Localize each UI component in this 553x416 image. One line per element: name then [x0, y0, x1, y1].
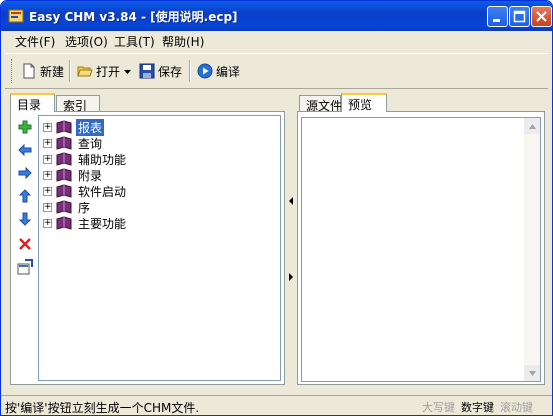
move-up-button[interactable]: [15, 186, 35, 206]
expand-toggle[interactable]: +: [43, 154, 52, 164]
title-bar[interactable]: Easy CHM v3.84 - [使用说明.ecp]: [1, 1, 552, 31]
minimize-icon: [493, 19, 500, 22]
tree-item[interactable]: + 主要功能: [43, 215, 128, 231]
status-bar: 按'编译'按钮立刻生成一个CHM文件. 大写键 数字键 滚动键: [1, 395, 552, 415]
open-button-label: 打开: [96, 64, 121, 79]
scroll-lock-indicator: 滚动键: [500, 401, 533, 414]
save-disk-icon: [139, 63, 155, 79]
window-title: Easy CHM v3.84 - [使用说明.ecp]: [29, 10, 238, 24]
delete-x-icon: [19, 238, 31, 250]
move-down-button[interactable]: [15, 209, 35, 229]
book-icon: [56, 152, 72, 166]
node-properties-button[interactable]: [15, 257, 35, 277]
expand-toggle[interactable]: +: [43, 122, 52, 132]
new-document-icon: [23, 63, 35, 79]
right-panel: 源文件 预览: [297, 93, 545, 385]
compile-play-icon: [197, 63, 213, 79]
book-icon: [56, 200, 72, 214]
menu-options[interactable]: 选项(O): [65, 33, 108, 50]
open-button[interactable]: 打开: [77, 61, 120, 81]
toc-tab-body: + 报表 + 查询 + 辅助功能 + 附录 + 软件启动 + 序 + 主要功能: [10, 111, 285, 385]
toolbar-separator: [69, 60, 71, 82]
expand-toggle[interactable]: +: [43, 186, 52, 196]
toolbar: 新建 打开 保存 编译: [5, 53, 548, 89]
book-icon: [56, 120, 72, 134]
preview-tab-body: [297, 111, 545, 385]
tab-source[interactable]: 源文件: [299, 95, 342, 113]
save-button-label: 保存: [158, 64, 183, 79]
save-button[interactable]: 保存: [139, 61, 182, 81]
scroll-up-button[interactable]: [524, 118, 540, 134]
splitter-arrow-left-icon: [289, 197, 293, 205]
open-dropdown-button[interactable]: [124, 61, 134, 81]
chevron-down-icon: [124, 69, 131, 74]
expand-toggle[interactable]: +: [43, 202, 52, 212]
arrow-left-icon: [18, 144, 32, 156]
new-button[interactable]: 新建: [21, 61, 64, 81]
panel-splitter[interactable]: [288, 93, 294, 385]
book-icon: [56, 216, 72, 230]
arrow-up-icon: [19, 189, 31, 203]
close-icon: [536, 11, 547, 22]
arrow-down-icon: [19, 212, 31, 226]
maximize-button[interactable]: [509, 6, 530, 27]
splitter-arrow-right-icon: [289, 273, 293, 281]
tab-toc[interactable]: 目录: [10, 93, 55, 112]
minimize-button[interactable]: [487, 6, 508, 27]
toc-tree[interactable]: + 报表 + 查询 + 辅助功能 + 附录 + 软件启动 + 序 + 主要功能: [38, 115, 281, 381]
close-button[interactable]: [531, 6, 552, 27]
delete-node-button[interactable]: [15, 234, 35, 254]
scroll-down-button[interactable]: [524, 365, 540, 381]
tree-item[interactable]: + 序: [43, 199, 92, 215]
menu-file[interactable]: 文件(F): [15, 33, 55, 50]
expand-toggle[interactable]: +: [43, 138, 52, 148]
move-right-button[interactable]: [15, 163, 35, 183]
preview-scrollbar[interactable]: [524, 118, 540, 381]
properties-icon: [17, 259, 33, 275]
arrow-right-icon: [18, 167, 32, 179]
expand-toggle[interactable]: +: [43, 170, 52, 180]
compile-button-label: 编译: [216, 64, 241, 79]
num-lock-indicator: 数字键: [461, 401, 494, 414]
plus-icon: [18, 120, 32, 134]
menu-bar: 文件(F) 选项(O) 工具(T) 帮助(H): [1, 31, 552, 51]
scroll-up-icon: [528, 123, 536, 129]
open-folder-icon: [77, 66, 93, 77]
tab-index[interactable]: 索引: [56, 95, 100, 113]
left-panel: 目录 索引 + 报表 + 查询 + 辅助功能 + 附录 + 软件启动 + 序 +…: [10, 93, 285, 385]
add-node-button[interactable]: [15, 117, 35, 137]
book-icon: [56, 184, 72, 198]
status-message: 按'编译'按钮立刻生成一个CHM文件.: [5, 401, 200, 415]
book-icon: [56, 168, 72, 182]
menu-tools[interactable]: 工具(T): [114, 33, 155, 50]
app-window: Easy CHM v3.84 - [使用说明.ecp] 文件(F) 选项(O) …: [0, 0, 553, 416]
toolbar-grip[interactable]: [11, 59, 15, 83]
expand-toggle[interactable]: +: [43, 218, 52, 228]
scroll-down-icon: [528, 370, 536, 376]
tree-item[interactable]: + 查询: [43, 135, 104, 151]
tree-item[interactable]: + 辅助功能: [43, 151, 128, 167]
book-icon: [56, 136, 72, 150]
tab-preview[interactable]: 预览: [341, 93, 387, 112]
app-icon: [8, 9, 24, 23]
new-button-label: 新建: [40, 64, 65, 79]
tree-item[interactable]: + 报表: [43, 118, 105, 136]
toolbar-separator: [189, 60, 191, 82]
maximize-icon: [513, 10, 526, 23]
compile-button[interactable]: 编译: [197, 61, 240, 81]
menu-help[interactable]: 帮助(H): [162, 33, 204, 50]
caps-lock-indicator: 大写键: [422, 401, 455, 414]
tree-item[interactable]: + 附录: [43, 167, 104, 183]
preview-pane[interactable]: [301, 117, 541, 382]
move-left-button[interactable]: [15, 140, 35, 160]
tree-item[interactable]: + 软件启动: [43, 183, 128, 199]
